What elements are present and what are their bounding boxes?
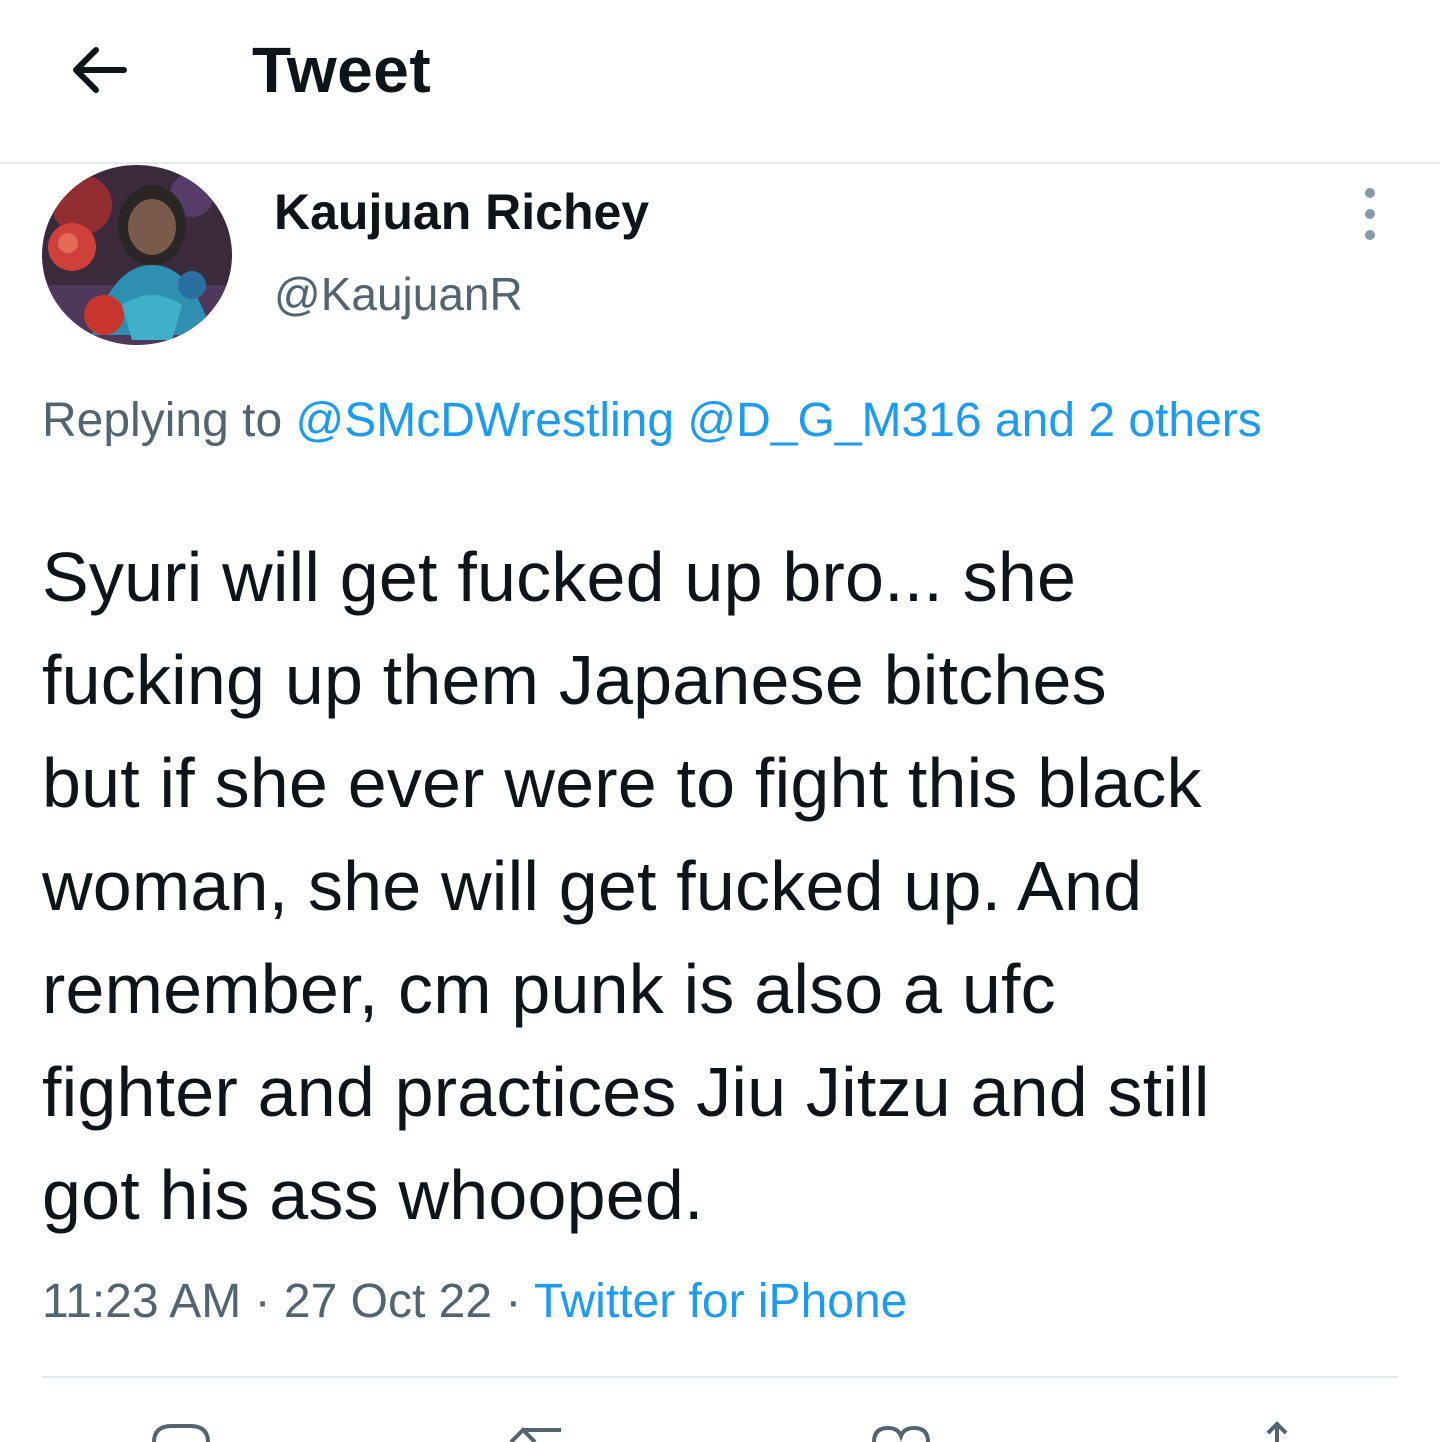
more-vertical-icon: [1365, 188, 1375, 198]
tweet-line: woman, she will get fucked up. And: [42, 847, 1143, 925]
replying-to-label: Replying to: [42, 394, 283, 447]
reply-icon[interactable]: [150, 1418, 212, 1442]
mention-link[interactable]: @D_G_M316: [687, 394, 981, 447]
tweet-line: fucking up them Japanese bitches: [42, 641, 1107, 719]
replying-to: Replying to @SMcDWrestling @D_G_M316 and…: [42, 384, 1402, 458]
meta-separator: ·: [505, 1275, 522, 1328]
top-bar: Tweet: [0, 0, 1440, 164]
tweet-line: remember, cm punk is also a ufc: [42, 950, 1056, 1028]
tweet-line: fighter and practices Jiu Jitzu and stil…: [42, 1053, 1210, 1131]
retweet-icon[interactable]: [505, 1418, 565, 1442]
more-options-button[interactable]: [1348, 188, 1392, 240]
meta-separator: ·: [254, 1275, 271, 1328]
tweet-date[interactable]: 27 Oct 22: [284, 1275, 492, 1328]
divider: [42, 1376, 1398, 1378]
tweet-line: got his ass whooped.: [42, 1156, 704, 1234]
tweet-line: Syuri will get fucked up bro... she: [42, 538, 1077, 616]
tweet-source[interactable]: Twitter for iPhone: [534, 1275, 908, 1328]
tweet-line: but if she ever were to fight this black: [42, 744, 1202, 822]
avatar-image: [42, 165, 232, 345]
tweet-time[interactable]: 11:23 AM: [42, 1275, 241, 1328]
tweet-meta: 11:23 AM · 27 Oct 22 · Twitter for iPhon…: [42, 1270, 907, 1334]
display-name[interactable]: Kaujuan Richey: [274, 182, 649, 242]
mention-link[interactable]: @SMcDWrestling: [295, 394, 674, 447]
more-vertical-icon-dot: [1365, 230, 1375, 240]
back-button[interactable]: [62, 38, 134, 102]
like-icon[interactable]: [870, 1418, 932, 1442]
more-vertical-icon-dot: [1365, 209, 1375, 219]
arrow-left-icon: [73, 47, 127, 93]
avatar[interactable]: [42, 165, 232, 345]
page-title: Tweet: [252, 34, 432, 106]
user-handle[interactable]: @KaujuanR: [274, 264, 523, 324]
others-link[interactable]: and 2 others: [995, 394, 1262, 447]
tweet-text: Syuri will get fucked up bro... she fuck…: [42, 526, 1422, 1247]
share-icon[interactable]: [1262, 1418, 1292, 1442]
